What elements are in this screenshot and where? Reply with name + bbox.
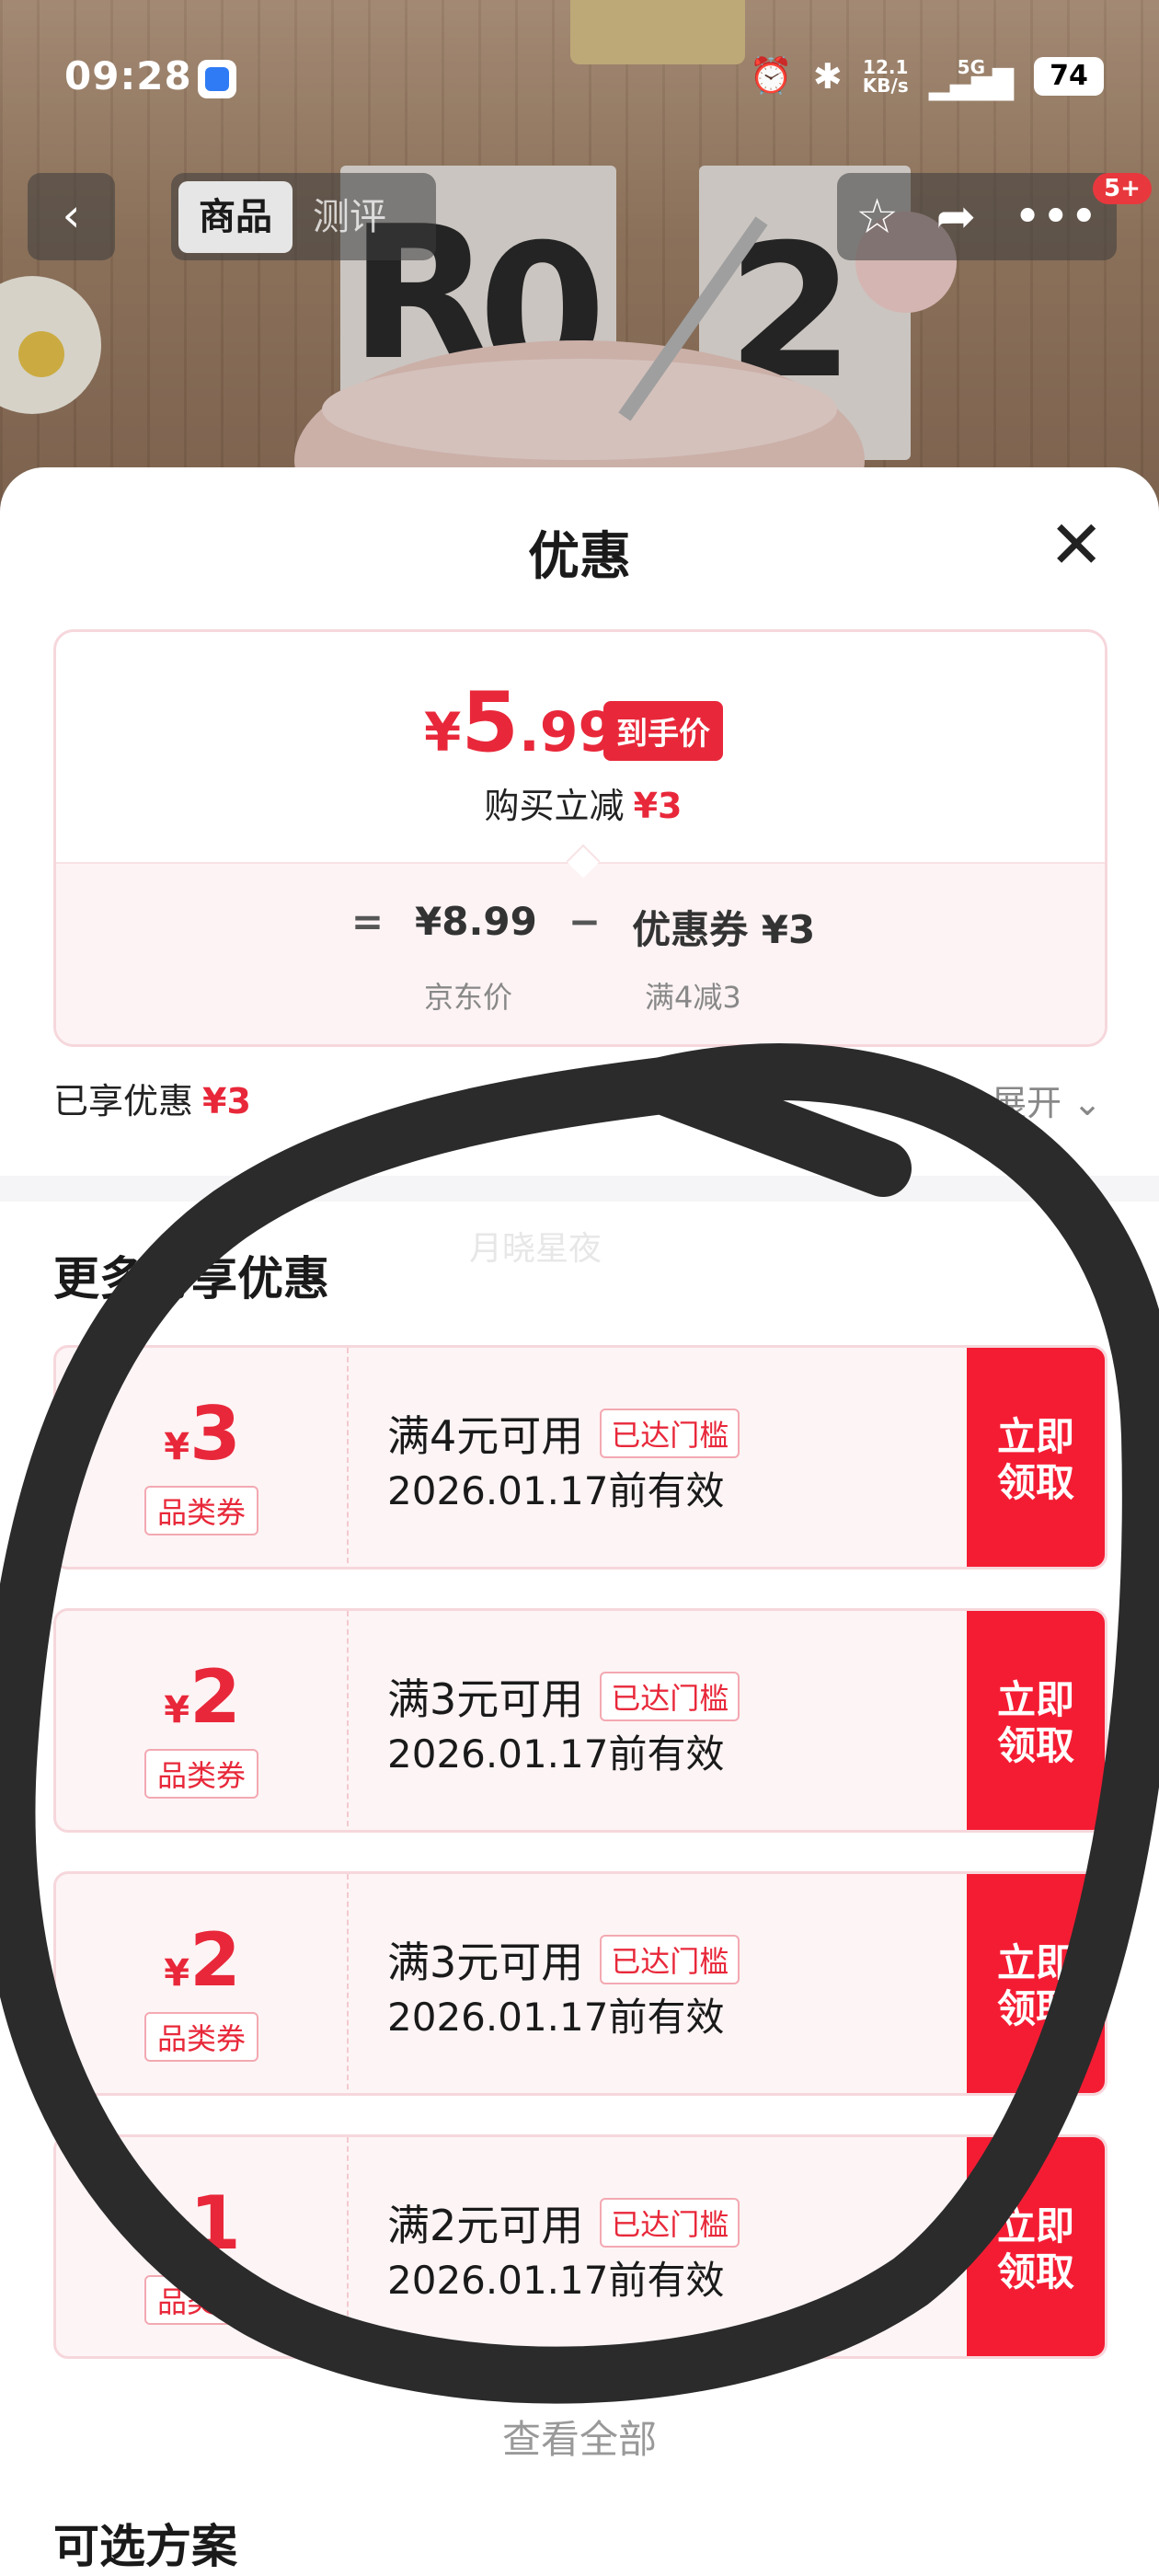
price-breakdown-card: ¥ 5 .99 到手价 购买立减 ¥3 = ¥8.99 − 优惠券 ¥3 京东价 … bbox=[53, 629, 1107, 1047]
coupon-type: 品类券 bbox=[144, 2275, 259, 2325]
coupon-condition: 满4元可用 已达门槛 bbox=[387, 1403, 740, 1464]
share-icon[interactable]: ➦ bbox=[936, 190, 977, 245]
claim-button[interactable]: 立即领取 bbox=[967, 1874, 1105, 2093]
more-discounts-title: 更多可享优惠 bbox=[53, 1252, 329, 1305]
favorite-star-icon[interactable]: ☆ bbox=[855, 190, 899, 245]
jd-price: ¥8.99 bbox=[415, 899, 537, 944]
final-price: ¥ 5 .99 bbox=[424, 674, 617, 771]
cellular-signal-icon: 5G ▂▄▆█ bbox=[928, 55, 1014, 101]
tab-product[interactable]: 商品 bbox=[178, 180, 293, 253]
threshold-reached-badge: 已达门槛 bbox=[600, 1672, 740, 1721]
coupon-card: ¥3 品类券 满4元可用 已达门槛 2026.01.17前有效 立即领取 bbox=[53, 1345, 1107, 1570]
enjoyed-discount: 已享优惠 ¥3 bbox=[53, 1081, 251, 1121]
more-icon[interactable]: ••• bbox=[1014, 190, 1098, 245]
coupon-condition: 满2元可用 已达门槛 bbox=[387, 2192, 740, 2253]
price-formula: = ¥8.99 − 优惠券 ¥3 bbox=[56, 899, 1105, 955]
message-badge: 5+ bbox=[1093, 173, 1152, 204]
threshold-reached-badge: 已达门槛 bbox=[600, 2198, 740, 2248]
clock: 09:28 bbox=[64, 53, 192, 98]
nav-actions: ☆ ➦ ••• bbox=[837, 173, 1117, 260]
coupon-card: ¥2 品类券 满3元可用 已达门槛 2026.01.17前有效 立即领取 bbox=[53, 1608, 1107, 1833]
coupon-card: ¥1 品类券 满2元可用 已达门槛 2026.01.17前有效 立即领取 bbox=[53, 2134, 1107, 2359]
net-speed: 12.1 KB/s bbox=[862, 55, 909, 97]
coupon-type: 品类券 bbox=[144, 1749, 259, 1799]
coupon-amount: ¥3 bbox=[164, 1391, 241, 1477]
tab-review[interactable]: 测评 bbox=[293, 181, 407, 253]
claim-button[interactable]: 立即领取 bbox=[967, 1348, 1105, 1567]
coupon-rule-label: 满4减3 bbox=[645, 980, 741, 1015]
jd-price-label: 京东价 bbox=[424, 980, 513, 1015]
close-icon[interactable]: ✕ bbox=[1049, 512, 1104, 578]
threshold-reached-badge: 已达门槛 bbox=[600, 1409, 740, 1458]
battery-icon: 74 bbox=[1034, 56, 1104, 96]
coupon-validity: 2026.01.17前有效 bbox=[387, 2258, 725, 2303]
final-price-tag: 到手价 bbox=[603, 701, 723, 761]
coupon-amount: ¥2 bbox=[164, 1917, 241, 2003]
coupon-validity: 2026.01.17前有效 bbox=[387, 1995, 725, 2040]
coupon-condition: 满3元可用 已达门槛 bbox=[387, 1666, 740, 1727]
status-bar: 09:28 ⏰ ✱ 12.1 KB/s 5G ▂▄▆█ 74 bbox=[0, 0, 1159, 156]
discount-sheet: 优惠 ✕ ¥ 5 .99 到手价 购买立减 ¥3 = ¥8.99 − 优惠券 ¥3… bbox=[0, 467, 1159, 2576]
coupon-condition: 满3元可用 已达门槛 bbox=[387, 1929, 740, 1990]
watermark: 月晓星夜 bbox=[469, 1230, 602, 1268]
nav-tabs: 商品 测评 bbox=[171, 173, 436, 260]
threshold-reached-badge: 已达门槛 bbox=[600, 1935, 740, 1984]
chevron-down-icon: ⌄ bbox=[1073, 1083, 1102, 1123]
coupon-card: ¥2 品类券 满3元可用 已达门槛 2026.01.17前有效 立即领取 bbox=[53, 1871, 1107, 2096]
coupon-validity: 2026.01.17前有效 bbox=[387, 1468, 725, 1513]
coupon-type: 品类券 bbox=[144, 2012, 259, 2062]
claim-button[interactable]: 立即领取 bbox=[967, 1611, 1105, 1830]
sheet-title: 优惠 bbox=[528, 527, 631, 587]
coupon-validity: 2026.01.17前有效 bbox=[387, 1731, 725, 1777]
coupon-amount: ¥1 bbox=[164, 2180, 241, 2266]
expand-button[interactable]: 展开 ⌄ bbox=[992, 1075, 1102, 1125]
claim-button[interactable]: 立即领取 bbox=[967, 2137, 1105, 2356]
see-all-link[interactable]: 查看全部 bbox=[0, 2409, 1159, 2465]
next-section-title: 可选方案 bbox=[53, 2520, 237, 2573]
app-notification-icon bbox=[198, 60, 236, 98]
back-button[interactable]: ‹ bbox=[28, 173, 115, 260]
coupon-amount: ¥2 bbox=[164, 1654, 241, 1740]
coupon-deduction: 优惠券 ¥3 bbox=[632, 907, 816, 952]
coupon-type: 品类券 bbox=[144, 1486, 259, 1535]
bluetooth-icon: ✱ bbox=[812, 55, 843, 97]
alarm-icon: ⏰ bbox=[749, 55, 793, 96]
purchase-reduction: 购买立减 ¥3 bbox=[484, 786, 683, 826]
section-divider bbox=[0, 1176, 1159, 1202]
